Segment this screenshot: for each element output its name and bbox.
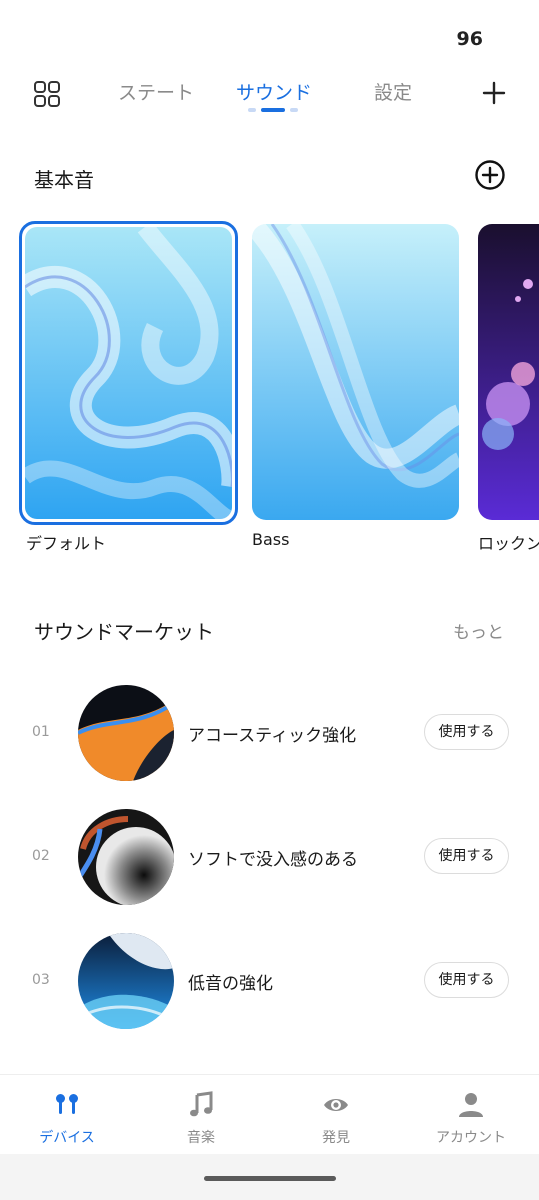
plus-icon[interactable] — [481, 80, 507, 106]
nav-devices-label: デバイス — [39, 1130, 95, 1146]
item-thumbnail — [78, 933, 174, 1029]
tab-sound[interactable]: サウンド — [236, 78, 312, 105]
home-indicator[interactable] — [204, 1176, 336, 1181]
nav-discover-label: 発見 — [322, 1130, 350, 1146]
item-thumbnail — [78, 809, 174, 905]
add-circle-icon[interactable] — [474, 159, 506, 191]
item-title: 低音の強化 — [188, 974, 273, 994]
bottom-nav: デバイス 音楽 発見 アカウント — [0, 1074, 539, 1154]
sound-card-rock[interactable] — [478, 224, 539, 520]
sound-market-title: サウンドマーケット — [34, 620, 214, 644]
item-number: 02 — [32, 848, 50, 864]
sound-card-bass-label: Bass — [252, 530, 290, 549]
sound-card-rock-label: ロックン — [478, 534, 539, 553]
grid-icon[interactable] — [33, 80, 61, 108]
use-button[interactable]: 使用する — [424, 714, 509, 750]
sound-card-bass[interactable] — [252, 224, 459, 520]
eye-icon — [324, 1099, 348, 1111]
person-icon — [459, 1093, 483, 1117]
item-title: アコースティック強化 — [188, 726, 357, 746]
tab-state[interactable]: ステート — [118, 78, 194, 105]
nav-account-label: アカウント — [436, 1130, 506, 1146]
tab-settings[interactable]: 設定 — [374, 78, 412, 105]
sound-card-default[interactable] — [25, 227, 232, 519]
nav-account[interactable]: アカウント — [404, 1075, 538, 1155]
battery-level: 96 — [456, 28, 483, 50]
sound-card-default-artwork — [25, 227, 232, 519]
nav-devices[interactable]: デバイス — [0, 1075, 134, 1155]
sound-card-default-label: デフォルト — [26, 534, 107, 553]
earbuds-icon — [56, 1094, 78, 1114]
item-thumbnail — [78, 685, 174, 781]
item-title: ソフトで没入感のある — [188, 850, 358, 870]
active-tab-indicator — [248, 108, 298, 112]
use-button[interactable]: 使用する — [424, 838, 509, 874]
more-link[interactable]: もっと — [453, 618, 504, 643]
sound-card-bass-artwork — [252, 224, 459, 520]
top-tab-bar: ステート サウンド 設定 — [0, 72, 539, 116]
item-number: 03 — [32, 972, 50, 988]
sound-card-rock-artwork — [478, 224, 539, 520]
basic-sounds-title: 基本音 — [34, 168, 94, 192]
nav-music[interactable]: 音楽 — [134, 1075, 268, 1155]
home-indicator-area — [0, 1154, 539, 1200]
item-number: 01 — [32, 724, 50, 740]
nav-music-label: 音楽 — [187, 1130, 215, 1146]
nav-discover[interactable]: 発見 — [269, 1075, 403, 1155]
use-button[interactable]: 使用する — [424, 962, 509, 998]
music-note-icon — [190, 1091, 213, 1117]
